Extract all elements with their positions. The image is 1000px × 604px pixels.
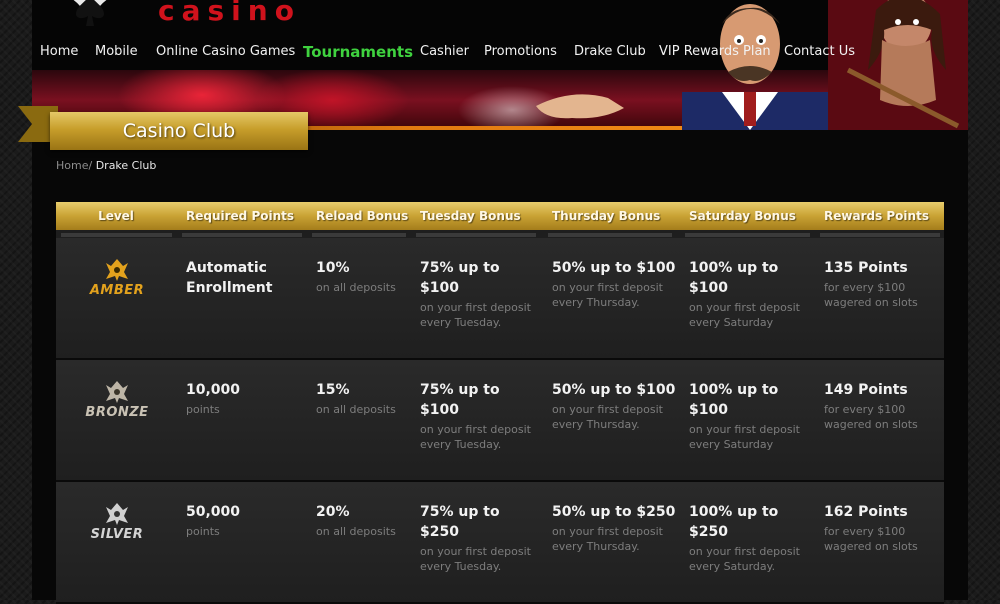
- header-thursday-bonus: Thursday Bonus: [552, 209, 661, 223]
- reload-bonus-value: 15%: [316, 382, 350, 398]
- required-cell: 50,000 points: [186, 502, 306, 539]
- header: casino Home Mobile Online Casino Games T…: [32, 0, 968, 130]
- saturday-bonus-value: 100% up to $100: [689, 260, 779, 296]
- level-badge-silver: SILVER: [76, 502, 158, 552]
- nav-cashier[interactable]: Cashier: [420, 44, 469, 59]
- rewards-cell: 135 Points for every $100 wagered on slo…: [824, 258, 939, 310]
- saturday-bonus-note: on your first deposit every Saturday: [689, 423, 800, 451]
- rewards-points-value: 149 Points: [824, 382, 908, 398]
- level-name: SILVER: [90, 527, 144, 542]
- reload-bonus-value: 10%: [316, 260, 350, 276]
- thursday-cell: 50% up to $250 on your first deposit eve…: [552, 502, 678, 554]
- nav-mobile[interactable]: Mobile: [95, 44, 138, 59]
- nav-contact-us[interactable]: Contact Us: [784, 44, 855, 59]
- tuesday-bonus-note: on your first deposit every Tuesday.: [420, 545, 531, 573]
- saturday-cell: 100% up to $100 on your first deposit ev…: [689, 258, 809, 330]
- header-divider: [56, 230, 944, 238]
- level-badge-amber: AMBER: [76, 258, 158, 308]
- drake-club-emblem-icon: [106, 259, 128, 281]
- header-reload-bonus: Reload Bonus: [316, 209, 409, 223]
- spade-logo-icon[interactable]: [42, 0, 138, 30]
- rewards-points-note: for every $100 wagered on slots: [824, 281, 918, 309]
- header-rewards-points: Rewards Points: [824, 209, 929, 223]
- reload-cell: 10% on all deposits: [316, 258, 411, 295]
- tuesday-bonus-value: 75% up to $100: [420, 382, 500, 418]
- table-row: BRONZE 10,000 points 15% on all deposits…: [56, 360, 944, 482]
- saturday-bonus-value: 100% up to $100: [689, 382, 779, 418]
- reload-bonus-note: on all deposits: [316, 281, 396, 294]
- nav-home[interactable]: Home: [40, 44, 78, 59]
- tuesday-bonus-note: on your first deposit every Tuesday.: [420, 301, 531, 329]
- reload-bonus-value: 20%: [316, 504, 350, 520]
- level-badge-bronze: BRONZE: [76, 380, 158, 430]
- nav-vip-rewards-plan[interactable]: VIP Rewards Plan: [659, 44, 771, 59]
- rewards-cell: 149 Points for every $100 wagered on slo…: [824, 380, 939, 432]
- page-title: Casino Club: [122, 120, 236, 142]
- rewards-points-value: 135 Points: [824, 260, 908, 276]
- header-saturday-bonus: Saturday Bonus: [689, 209, 796, 223]
- required-points-note: points: [186, 525, 220, 538]
- page-title-ribbon: Casino Club: [50, 112, 308, 150]
- thursday-cell: 50% up to $100 on your first deposit eve…: [552, 380, 678, 432]
- club-levels-table: Level Required Points Reload Bonus Tuesd…: [56, 202, 944, 604]
- reload-bonus-note: on all deposits: [316, 403, 396, 416]
- thursday-bonus-note: on your first deposit every Thursday.: [552, 281, 663, 309]
- reload-bonus-note: on all deposits: [316, 525, 396, 538]
- header-level: Level: [98, 209, 134, 223]
- level-name: BRONZE: [85, 405, 149, 420]
- thursday-bonus-value: 50% up to $250: [552, 504, 676, 520]
- rewards-cell: 162 Points for every $100 wagered on slo…: [824, 502, 939, 554]
- reload-cell: 15% on all deposits: [316, 380, 411, 417]
- nav-online-casino-games[interactable]: Online Casino Games: [156, 44, 295, 59]
- required-points-value: 10,000: [186, 382, 241, 398]
- logo-text[interactable]: casino: [158, 0, 301, 27]
- required-cell: 10,000 points: [186, 380, 306, 417]
- breadcrumb: Home/ Drake Club: [56, 159, 156, 172]
- thursday-bonus-value: 50% up to $100: [552, 260, 676, 276]
- nav-promotions[interactable]: Promotions: [484, 44, 557, 59]
- rewards-points-note: for every $100 wagered on slots: [824, 525, 918, 553]
- header-required-points: Required Points: [186, 209, 295, 223]
- tuesday-cell: 75% up to $250 on your first deposit eve…: [420, 502, 540, 574]
- saturday-bonus-value: 100% up to $250: [689, 504, 779, 540]
- tuesday-cell: 75% up to $100 on your first deposit eve…: [420, 380, 540, 452]
- table-row: SILVER 50,000 points 20% on all deposits…: [56, 482, 944, 604]
- rewards-points-note: for every $100 wagered on slots: [824, 403, 918, 431]
- table-header: Level Required Points Reload Bonus Tuesd…: [56, 202, 944, 230]
- saturday-cell: 100% up to $100 on your first deposit ev…: [689, 380, 809, 452]
- required-points-value: 50,000: [186, 504, 241, 520]
- nav-tournaments[interactable]: Tournaments: [303, 43, 413, 61]
- tuesday-bonus-value: 75% up to $100: [420, 260, 500, 296]
- required-cell: Automatic Enrollment: [186, 258, 306, 298]
- tuesday-cell: 75% up to $100 on your first deposit eve…: [420, 258, 540, 330]
- level-name: AMBER: [89, 283, 145, 298]
- nav-drake-club[interactable]: Drake Club: [574, 44, 646, 59]
- saturday-bonus-note: on your first deposit every Saturday: [689, 301, 800, 329]
- thursday-bonus-note: on your first deposit every Thursday.: [552, 525, 663, 553]
- thursday-bonus-value: 50% up to $100: [552, 382, 676, 398]
- saturday-bonus-note: on your first deposit every Saturday.: [689, 545, 800, 573]
- saturday-cell: 100% up to $250 on your first deposit ev…: [689, 502, 809, 574]
- breadcrumb-home[interactable]: Home/: [56, 159, 92, 172]
- required-points-value: Automatic Enrollment: [186, 260, 273, 296]
- tuesday-bonus-value: 75% up to $250: [420, 504, 500, 540]
- page-container: casino Home Mobile Online Casino Games T…: [18, 0, 968, 604]
- required-points-note: points: [186, 403, 220, 416]
- thursday-bonus-note: on your first deposit every Thursday.: [552, 403, 663, 431]
- drake-club-emblem-icon: [106, 503, 128, 525]
- tuesday-bonus-note: on your first deposit every Tuesday.: [420, 423, 531, 451]
- thursday-cell: 50% up to $100 on your first deposit eve…: [552, 258, 678, 310]
- header-tuesday-bonus: Tuesday Bonus: [420, 209, 521, 223]
- reload-cell: 20% on all deposits: [316, 502, 411, 539]
- drake-club-emblem-icon: [106, 381, 128, 403]
- rewards-points-value: 162 Points: [824, 504, 908, 520]
- breadcrumb-current: Drake Club: [95, 159, 157, 172]
- table-row: AMBER Automatic Enrollment 10% on all de…: [56, 238, 944, 360]
- warrior-girl-illustration: [828, 0, 968, 130]
